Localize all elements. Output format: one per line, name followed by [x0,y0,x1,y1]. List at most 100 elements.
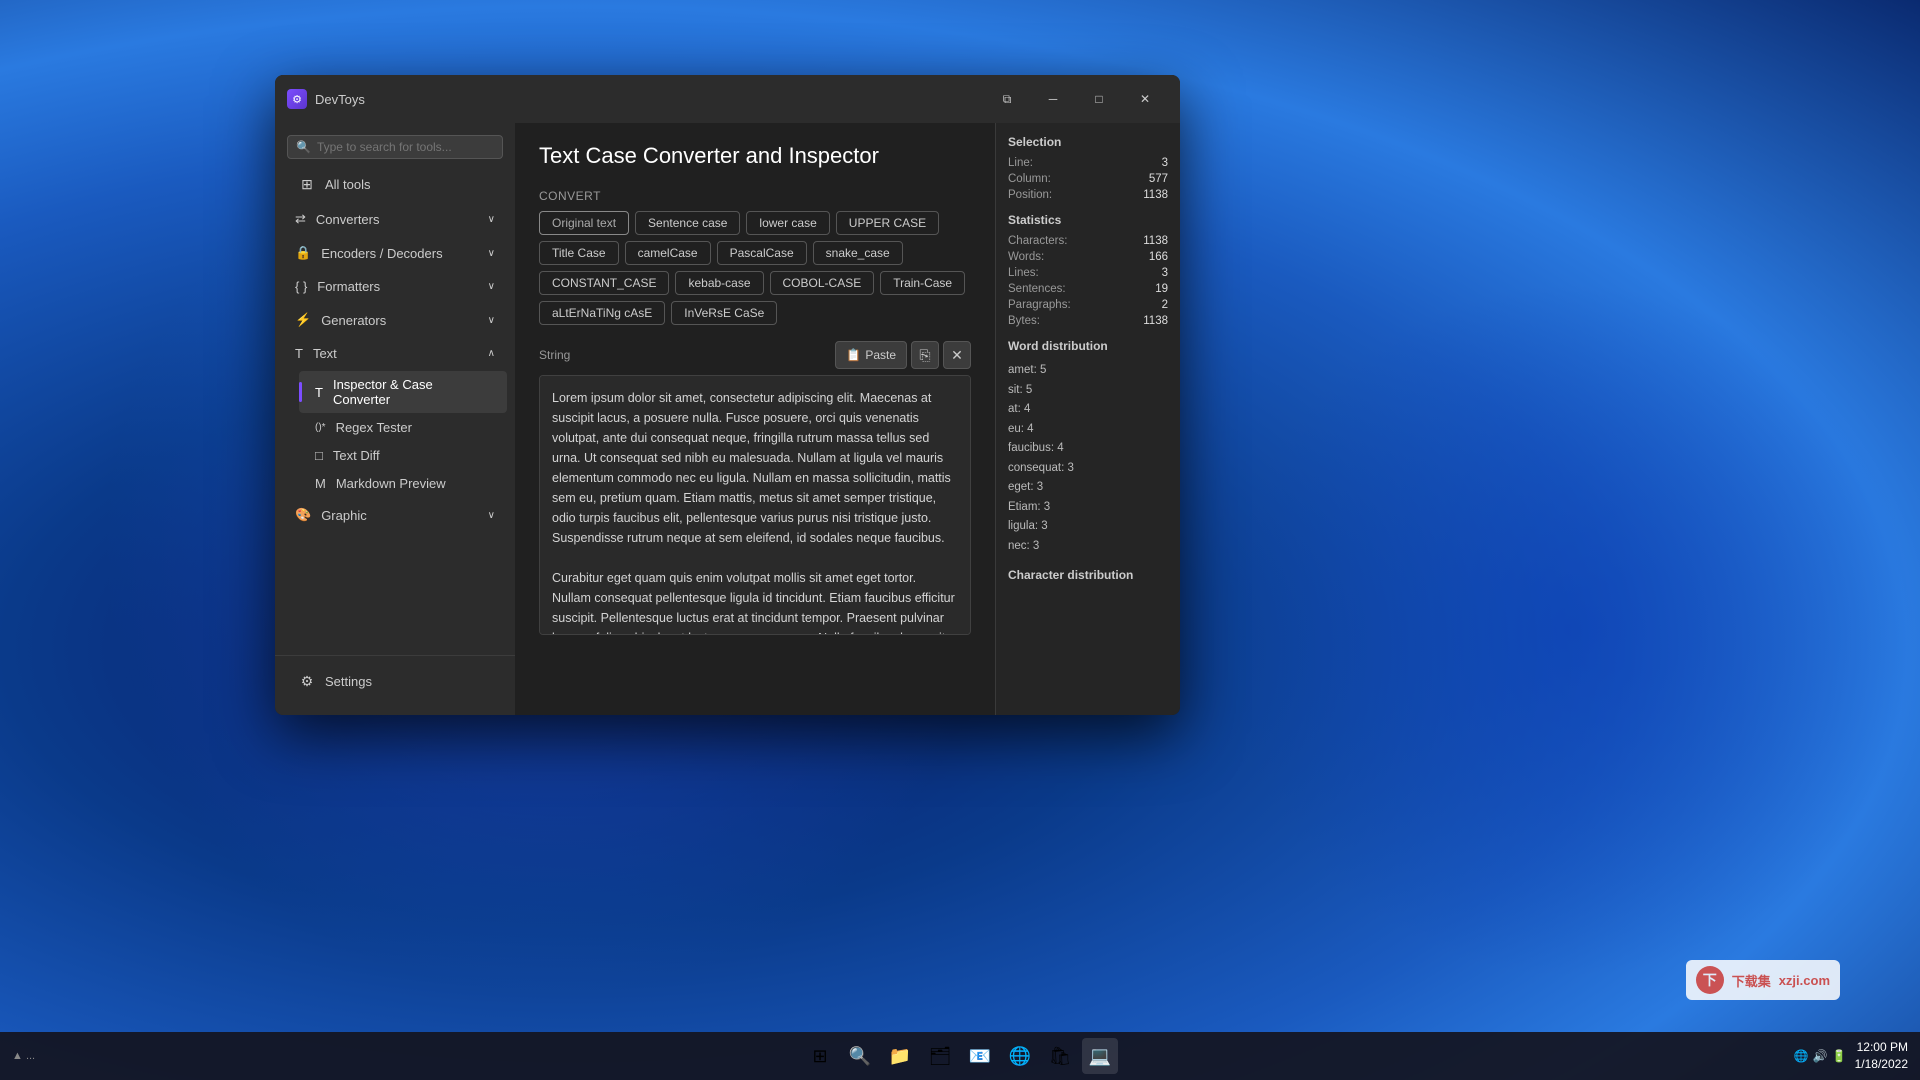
titlebar: ⚙ DevToys ⧉ ─ □ ✕ [275,75,1180,123]
paragraphs-value: 2 [1162,299,1168,311]
clear-button[interactable]: ✕ [943,341,971,369]
btn-cobol[interactable]: COBOL-CASE [770,271,875,295]
word-dist-item: eget: 3 [1008,478,1168,498]
word-distribution-list: amet: 5sit: 5at: 4eu: 4faucibus: 4conseq… [1008,361,1168,556]
window-body: 🔍 ⊞ All tools ⇄ Converters ∨ 🔒 Encoders … [275,123,1180,715]
close-button[interactable]: ✕ [1122,83,1168,115]
taskbar-mail-icon[interactable]: 📧 [962,1038,998,1074]
converters-icon: ⇄ [295,211,306,227]
app-icon: ⚙ [287,89,307,109]
word-dist-item: faucibus: 4 [1008,439,1168,459]
taskbar-center-icons: ⊞ 🔍 📁 🗂 📧 🌐 🛍 💻 [802,1038,1118,1074]
word-dist-title: Word distribution [1008,339,1168,353]
page-title: Text Case Converter and Inspector [539,143,971,169]
taskbar-devtools-icon[interactable]: 💻 [1082,1038,1118,1074]
taskbar-files-icon[interactable]: 📁 [882,1038,918,1074]
sidebar-item-graphic[interactable]: 🎨 Graphic ∨ [279,499,511,531]
btn-kebab[interactable]: kebab-case [675,271,763,295]
btn-pascal[interactable]: PascalCase [717,241,807,265]
formatters-icon: { } [295,279,307,294]
sidebar-section-label: Graphic [321,508,367,523]
volume-icon: 🔊 [1813,1049,1828,1063]
sidebar-child-inspector-case[interactable]: T Inspector & Case Converter [299,371,507,413]
search-icon: 🔍 [296,140,311,154]
btn-train[interactable]: Train-Case [880,271,965,295]
sidebar-item-text[interactable]: T Text ∧ [279,338,511,369]
inspector-row-column: Column: 577 [1008,173,1168,185]
taskbar-clock: 12:00 PM 1/18/2022 [1855,1039,1908,1073]
text-input[interactable]: Lorem ipsum dolor sit amet, consectetur … [539,375,971,635]
selection-title: Selection [1008,135,1168,149]
statistics-title: Statistics [1008,213,1168,227]
btn-alternating[interactable]: aLtErNaTiNg cAsE [539,301,665,325]
copy-button[interactable]: ⎘ [911,341,939,369]
inspector-row-paragraphs: Paragraphs: 2 [1008,299,1168,311]
inspector-row-sentences: Sentences: 19 [1008,283,1168,295]
sidebar-child-regex-tester[interactable]: ()* Regex Tester [299,414,507,441]
inspector-case-icon: T [315,385,323,400]
char-dist-title: Character distribution [1008,568,1168,582]
btn-title[interactable]: Title Case [539,241,619,265]
inspector-row-words: Words: 166 [1008,251,1168,263]
word-dist-item: amet: 5 [1008,361,1168,381]
sidebar-section-label: Formatters [317,279,380,294]
taskbar-widgets-icon[interactable]: 🗂 [922,1038,958,1074]
taskbar-store-icon[interactable]: 🛍 [1042,1038,1078,1074]
sidebar-section-label: Generators [321,313,386,328]
sidebar: 🔍 ⊞ All tools ⇄ Converters ∨ 🔒 Encoders … [275,123,515,715]
bytes-value: 1138 [1143,315,1168,327]
text-icon: T [295,346,303,361]
word-dist-item: Etiam: 3 [1008,498,1168,518]
taskbar-search-icon[interactable]: 🔍 [842,1038,878,1074]
sidebar-child-text-diff[interactable]: □ Text Diff [299,442,507,469]
search-input[interactable] [317,140,494,154]
chevron-down-icon: ∨ [488,315,495,326]
sidebar-item-encoders[interactable]: 🔒 Encoders / Decoders ∨ [279,237,511,269]
taskbar: ▲ ... ⊞ 🔍 📁 🗂 📧 🌐 🛍 💻 🌐 🔊 🔋 12:00 PM 1/1… [0,1032,1920,1080]
sidebar-item-generators[interactable]: ⚡ Generators ∨ [279,304,511,336]
tile-button[interactable]: ⧉ [984,83,1030,115]
lines-value: 3 [1162,267,1168,279]
sidebar-child-label: Text Diff [333,448,380,463]
paragraphs-label: Paragraphs: [1008,299,1071,311]
btn-lower[interactable]: lower case [746,211,829,235]
btn-inverse[interactable]: InVeRsE CaSe [671,301,777,325]
close-icon: ✕ [951,347,963,364]
btn-camel[interactable]: camelCase [625,241,711,265]
taskbar-browser-icon[interactable]: 🌐 [1002,1038,1038,1074]
btn-upper[interactable]: UPPER CASE [836,211,939,235]
btn-snake[interactable]: snake_case [813,241,903,265]
paste-button[interactable]: 📋 Paste [835,341,907,369]
taskbar-notification-icon: ▲ ... [12,1050,35,1062]
sidebar-text-children: T Inspector & Case Converter ()* Regex T… [275,370,515,498]
word-dist-item: ligula: 3 [1008,517,1168,537]
inspector-row-bytes: Bytes: 1138 [1008,315,1168,327]
graphic-icon: 🎨 [295,507,311,523]
word-dist-item: at: 4 [1008,400,1168,420]
minimize-button[interactable]: ─ [1030,83,1076,115]
word-dist-item: consequat: 3 [1008,459,1168,479]
battery-icon: 🔋 [1832,1049,1847,1063]
sidebar-child-label: Markdown Preview [336,476,446,491]
sidebar-child-markdown-preview[interactable]: M Markdown Preview [299,470,507,497]
btn-original[interactable]: Original text [539,211,629,235]
taskbar-date-display: 1/18/2022 [1855,1056,1908,1073]
sidebar-item-settings[interactable]: ⚙ Settings [283,665,507,698]
inspector-row-line: Line: 3 [1008,157,1168,169]
regex-tester-icon: ()* [315,422,326,433]
sidebar-item-converters[interactable]: ⇄ Converters ∨ [279,203,511,235]
sidebar-item-all-tools[interactable]: ⊞ All tools [283,168,507,201]
sentences-label: Sentences: [1008,283,1066,295]
sidebar-footer: ⚙ Settings [275,655,515,707]
sidebar-search-container: 🔍 [287,135,503,159]
bytes-label: Bytes: [1008,315,1040,327]
maximize-button[interactable]: □ [1076,83,1122,115]
sidebar-section-label: Converters [316,212,380,227]
settings-icon: ⚙ [299,673,315,690]
btn-constant[interactable]: CONSTANT_CASE [539,271,669,295]
taskbar-start-icon[interactable]: ⊞ [802,1038,838,1074]
sidebar-item-formatters[interactable]: { } Formatters ∨ [279,271,511,302]
titlebar-app: ⚙ DevToys [287,89,365,109]
sidebar-section-label: Text [313,346,337,361]
btn-sentence[interactable]: Sentence case [635,211,740,235]
